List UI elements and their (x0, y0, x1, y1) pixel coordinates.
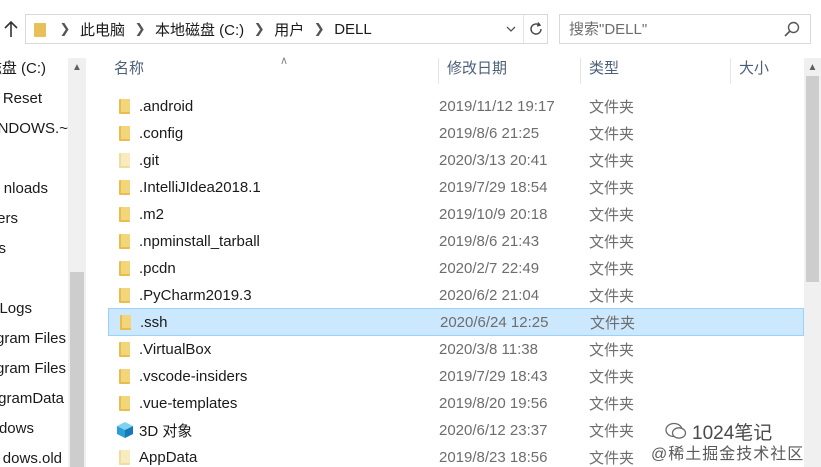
breadcrumb-users[interactable]: 用户 (270, 19, 308, 40)
column-header-type[interactable]: 类型 (581, 58, 731, 84)
scroll-up-icon[interactable]: ▲ (68, 58, 86, 76)
breadcrumb-dell[interactable]: DELL (330, 21, 376, 38)
sidebar-item-program-files[interactable]: gram Files (0, 324, 68, 354)
list-item[interactable]: .pcdn 2020/2/7 22:49 文件夹 (108, 255, 804, 282)
watermark: 1024笔记 @稀土掘金技术社区 (645, 418, 815, 463)
list-item[interactable]: .PyCharm2019.3 2020/6/2 21:04 文件夹 (108, 282, 804, 309)
scrollbar-thumb[interactable] (70, 272, 84, 467)
sidebar-item-windows-tilde[interactable]: NDOWS.~ (0, 114, 68, 144)
scroll-up-icon[interactable]: ▲ (804, 58, 821, 76)
column-header-name[interactable]: ∧ 名称 (106, 55, 439, 84)
folder-icon (117, 260, 133, 277)
sort-ascending-icon: ∧ (280, 55, 289, 67)
sidebar-item-blank[interactable] (0, 144, 68, 174)
column-header: ∧ 名称 修改日期 类型 大小 (86, 55, 804, 84)
folder-icon (117, 395, 133, 412)
list-item[interactable]: .android 2019/11/12 19:17 文件夹 (108, 93, 804, 120)
file-list-scrollbar[interactable]: ▲ (804, 58, 821, 467)
sidebar-item-s[interactable]: s (0, 234, 68, 264)
wechat-logo-icon (665, 422, 687, 439)
list-item-selected[interactable]: .ssh 2020/6/24 12:25 文件夹 (108, 308, 804, 336)
list-item[interactable]: .npminstall_tarball 2019/8/6 21:43 文件夹 (108, 228, 804, 255)
file-list: ∧ 名称 修改日期 类型 大小 .android 2019/11/12 19:1… (86, 55, 804, 467)
navigation-pane: 磁盘 (C:) Reset NDOWS.~ nloads ers s Logs … (0, 58, 68, 467)
watermark-subtitle: @稀土掘金技术社区 (651, 446, 805, 463)
search-box[interactable] (559, 14, 811, 44)
sidebar-item-downloads[interactable]: nloads (0, 174, 68, 204)
column-header-size[interactable]: 大小 (731, 58, 804, 84)
search-icon[interactable] (784, 21, 800, 37)
folder-icon (117, 368, 133, 385)
list-item[interactable]: .vscode-insiders 2019/7/29 18:43 文件夹 (108, 363, 804, 390)
chevron-right-icon[interactable]: ❯ (248, 21, 270, 37)
folder-icon (117, 233, 133, 250)
chevron-down-icon[interactable] (501, 15, 521, 43)
chevron-right-icon[interactable]: ❯ (308, 21, 330, 37)
folder-icon (117, 98, 133, 115)
column-header-date[interactable]: 修改日期 (439, 58, 581, 84)
list-item[interactable]: .config 2019/8/6 21:25 文件夹 (108, 120, 804, 147)
folder-icon (118, 314, 134, 331)
sidebar-item-blank[interactable] (0, 264, 68, 294)
address-bar[interactable]: ❯ 此电脑 ❯ 本地磁盘 (C:) ❯ 用户 ❯ DELL (25, 14, 548, 44)
list-item[interactable]: .m2 2019/10/9 20:18 文件夹 (108, 201, 804, 228)
chevron-right-icon[interactable]: ❯ (129, 21, 151, 37)
search-input[interactable] (560, 15, 780, 43)
breadcrumb-this-pc[interactable]: 此电脑 (76, 19, 129, 40)
folder-icon (32, 19, 54, 39)
folder-icon (117, 152, 133, 169)
breadcrumb-local-disk[interactable]: 本地磁盘 (C:) (151, 19, 248, 40)
navigation-scrollbar[interactable]: ▲ (68, 58, 86, 467)
folder-icon (117, 341, 133, 358)
scrollbar-thumb[interactable] (806, 76, 819, 282)
up-arrow-icon[interactable] (0, 16, 22, 42)
breadcrumb: ❯ 此电脑 ❯ 本地磁盘 (C:) ❯ 用户 ❯ DELL (54, 15, 376, 43)
sidebar-item-program-files-x86[interactable]: gram Files (0, 354, 68, 384)
list-item[interactable]: .git 2020/3/13 20:41 文件夹 (108, 147, 804, 174)
address-row: ❯ 此电脑 ❯ 本地磁盘 (C:) ❯ 用户 ❯ DELL (0, 0, 821, 58)
folder-icon (117, 206, 133, 223)
sidebar-item-programdata[interactable]: gramData (0, 384, 68, 414)
list-item[interactable]: .vue-templates 2019/8/20 19:56 文件夹 (108, 390, 804, 417)
sidebar-item-reset[interactable]: Reset (0, 84, 68, 114)
sidebar-item-windows-old[interactable]: dows.old (0, 444, 68, 467)
folder-icon (117, 125, 133, 142)
3d-objects-icon (117, 422, 133, 439)
sidebar-item-windows[interactable]: dows (0, 414, 68, 444)
folder-icon (117, 179, 133, 196)
refresh-icon[interactable] (523, 15, 547, 43)
sidebar-item-users[interactable]: ers (0, 204, 68, 234)
folder-icon (117, 449, 133, 466)
folder-icon (117, 287, 133, 304)
list-item[interactable]: .IntelliJIdea2018.1 2019/7/29 18:54 文件夹 (108, 174, 804, 201)
sidebar-item-logs[interactable]: Logs (0, 294, 68, 324)
chevron-right-icon[interactable]: ❯ (54, 21, 76, 37)
list-item[interactable]: .VirtualBox 2020/3/8 11:38 文件夹 (108, 336, 804, 363)
sidebar-item-local-disk[interactable]: 磁盘 (C:) (0, 58, 68, 84)
